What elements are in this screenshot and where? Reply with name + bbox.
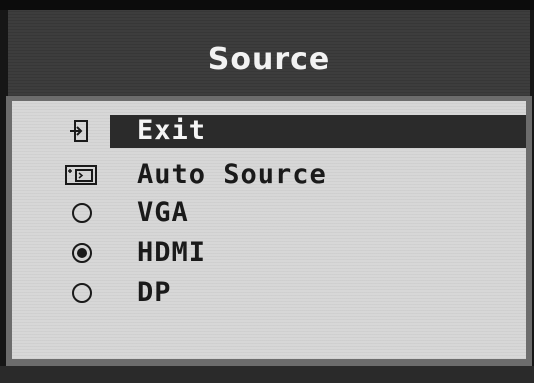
menu-item-dp[interactable]: DP: [12, 274, 526, 312]
radio-empty-icon: [62, 278, 100, 308]
menu-title: Source: [207, 42, 331, 77]
menu-item-label: VGA: [137, 197, 189, 228]
radio-filled-icon: [62, 238, 100, 268]
auto-source-icon: [62, 160, 100, 190]
exit-icon: [62, 116, 100, 146]
menu-header: Source: [8, 10, 530, 96]
menu-item-vga[interactable]: VGA: [12, 194, 526, 232]
menu-item-auto-source[interactable]: Auto Source: [12, 156, 526, 194]
osd-window: Source Exit Auto Source VGA HDMI DP: [0, 0, 534, 383]
menu-item-label: Auto Source: [137, 159, 327, 190]
menu-item-hdmi[interactable]: HDMI: [12, 234, 526, 272]
menu-item-label: Exit: [137, 115, 207, 146]
bezel-top: [0, 0, 534, 10]
bezel-bottom: [0, 366, 534, 383]
radio-empty-icon: [62, 198, 100, 228]
menu-item-label: DP: [137, 277, 172, 308]
menu-item-label: HDMI: [137, 237, 207, 268]
menu-item-exit[interactable]: Exit: [12, 112, 526, 150]
